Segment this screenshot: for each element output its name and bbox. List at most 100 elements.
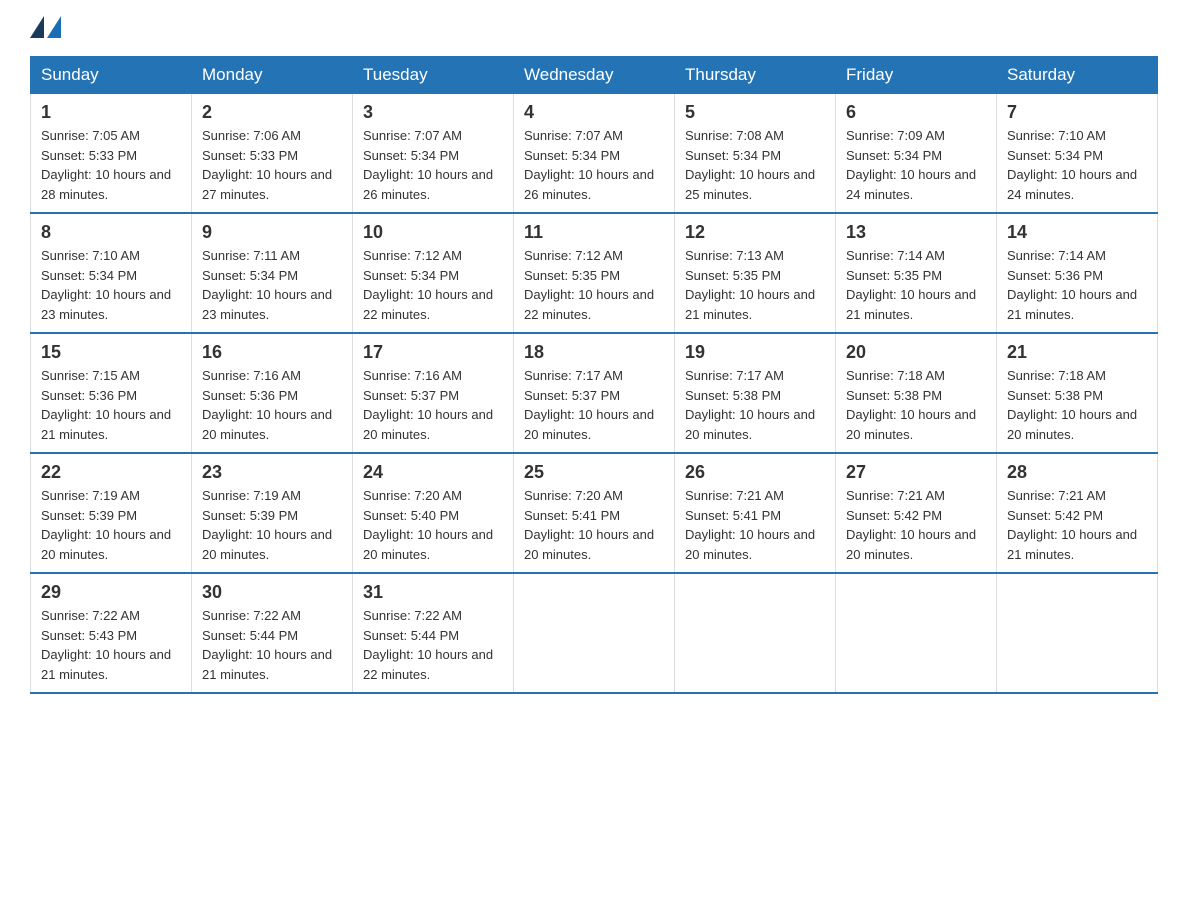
day-number: 21	[1007, 342, 1147, 363]
week-row-5: 29 Sunrise: 7:22 AMSunset: 5:43 PMDayligh…	[31, 573, 1158, 693]
day-cell: 30 Sunrise: 7:22 AMSunset: 5:44 PMDayligh…	[192, 573, 353, 693]
day-number: 4	[524, 102, 664, 123]
day-number: 9	[202, 222, 342, 243]
day-info: Sunrise: 7:21 AMSunset: 5:41 PMDaylight:…	[685, 486, 825, 564]
day-cell: 10 Sunrise: 7:12 AMSunset: 5:34 PMDayligh…	[353, 213, 514, 333]
day-cell: 26 Sunrise: 7:21 AMSunset: 5:41 PMDayligh…	[675, 453, 836, 573]
day-header-wednesday: Wednesday	[514, 57, 675, 94]
week-row-4: 22 Sunrise: 7:19 AMSunset: 5:39 PMDayligh…	[31, 453, 1158, 573]
day-number: 5	[685, 102, 825, 123]
day-info: Sunrise: 7:22 AMSunset: 5:44 PMDaylight:…	[202, 606, 342, 684]
day-header-thursday: Thursday	[675, 57, 836, 94]
day-info: Sunrise: 7:22 AMSunset: 5:44 PMDaylight:…	[363, 606, 503, 684]
day-header-saturday: Saturday	[997, 57, 1158, 94]
day-number: 14	[1007, 222, 1147, 243]
day-number: 27	[846, 462, 986, 483]
day-header-monday: Monday	[192, 57, 353, 94]
day-cell: 13 Sunrise: 7:14 AMSunset: 5:35 PMDayligh…	[836, 213, 997, 333]
day-number: 25	[524, 462, 664, 483]
day-cell: 31 Sunrise: 7:22 AMSunset: 5:44 PMDayligh…	[353, 573, 514, 693]
day-number: 16	[202, 342, 342, 363]
day-info: Sunrise: 7:20 AMSunset: 5:41 PMDaylight:…	[524, 486, 664, 564]
day-number: 11	[524, 222, 664, 243]
day-info: Sunrise: 7:19 AMSunset: 5:39 PMDaylight:…	[41, 486, 181, 564]
day-number: 2	[202, 102, 342, 123]
day-cell: 9 Sunrise: 7:11 AMSunset: 5:34 PMDaylight…	[192, 213, 353, 333]
day-header-friday: Friday	[836, 57, 997, 94]
day-cell: 27 Sunrise: 7:21 AMSunset: 5:42 PMDayligh…	[836, 453, 997, 573]
day-number: 20	[846, 342, 986, 363]
day-number: 24	[363, 462, 503, 483]
day-info: Sunrise: 7:12 AMSunset: 5:35 PMDaylight:…	[524, 246, 664, 324]
day-info: Sunrise: 7:14 AMSunset: 5:35 PMDaylight:…	[846, 246, 986, 324]
day-info: Sunrise: 7:21 AMSunset: 5:42 PMDaylight:…	[1007, 486, 1147, 564]
day-header-tuesday: Tuesday	[353, 57, 514, 94]
day-info: Sunrise: 7:16 AMSunset: 5:37 PMDaylight:…	[363, 366, 503, 444]
day-cell: 23 Sunrise: 7:19 AMSunset: 5:39 PMDayligh…	[192, 453, 353, 573]
day-info: Sunrise: 7:09 AMSunset: 5:34 PMDaylight:…	[846, 126, 986, 204]
day-number: 17	[363, 342, 503, 363]
day-number: 30	[202, 582, 342, 603]
day-number: 18	[524, 342, 664, 363]
day-info: Sunrise: 7:10 AMSunset: 5:34 PMDaylight:…	[41, 246, 181, 324]
day-cell: 7Sunrise: 7:10 AMSunset: 5:34 PMDaylight…	[997, 94, 1158, 214]
day-cell: 28 Sunrise: 7:21 AMSunset: 5:42 PMDayligh…	[997, 453, 1158, 573]
day-info: Sunrise: 7:22 AMSunset: 5:43 PMDaylight:…	[41, 606, 181, 684]
day-cell: 4 Sunrise: 7:07 AMSunset: 5:34 PMDaylight…	[514, 94, 675, 214]
day-info: Sunrise: 7:12 AMSunset: 5:34 PMDaylight:…	[363, 246, 503, 324]
day-number: 15	[41, 342, 181, 363]
day-cell: 16Sunrise: 7:16 AMSunset: 5:36 PMDayligh…	[192, 333, 353, 453]
day-cell: 5 Sunrise: 7:08 AMSunset: 5:34 PMDaylight…	[675, 94, 836, 214]
calendar-header: SundayMondayTuesdayWednesdayThursdayFrid…	[31, 57, 1158, 94]
day-cell: 22 Sunrise: 7:19 AMSunset: 5:39 PMDayligh…	[31, 453, 192, 573]
day-cell: 6 Sunrise: 7:09 AMSunset: 5:34 PMDaylight…	[836, 94, 997, 214]
day-number: 12	[685, 222, 825, 243]
week-row-2: 8Sunrise: 7:10 AMSunset: 5:34 PMDaylight…	[31, 213, 1158, 333]
day-number: 31	[363, 582, 503, 603]
day-cell: 8Sunrise: 7:10 AMSunset: 5:34 PMDaylight…	[31, 213, 192, 333]
day-info: Sunrise: 7:21 AMSunset: 5:42 PMDaylight:…	[846, 486, 986, 564]
day-info: Sunrise: 7:20 AMSunset: 5:40 PMDaylight:…	[363, 486, 503, 564]
day-cell: 14 Sunrise: 7:14 AMSunset: 5:36 PMDayligh…	[997, 213, 1158, 333]
day-info: Sunrise: 7:18 AMSunset: 5:38 PMDaylight:…	[846, 366, 986, 444]
day-cell: 17 Sunrise: 7:16 AMSunset: 5:37 PMDayligh…	[353, 333, 514, 453]
day-cell: 3Sunrise: 7:07 AMSunset: 5:34 PMDaylight…	[353, 94, 514, 214]
day-cell	[997, 573, 1158, 693]
day-header-sunday: Sunday	[31, 57, 192, 94]
day-number: 3	[363, 102, 503, 123]
day-cell: 24 Sunrise: 7:20 AMSunset: 5:40 PMDayligh…	[353, 453, 514, 573]
day-cell	[514, 573, 675, 693]
week-row-1: 1 Sunrise: 7:05 AMSunset: 5:33 PMDaylight…	[31, 94, 1158, 214]
day-number: 6	[846, 102, 986, 123]
day-info: Sunrise: 7:10 AMSunset: 5:34 PMDaylight:…	[1007, 126, 1147, 204]
day-cell: 20 Sunrise: 7:18 AMSunset: 5:38 PMDayligh…	[836, 333, 997, 453]
day-number: 1	[41, 102, 181, 123]
day-number: 13	[846, 222, 986, 243]
day-number: 28	[1007, 462, 1147, 483]
logo	[30, 20, 61, 38]
day-info: Sunrise: 7:06 AMSunset: 5:33 PMDaylight:…	[202, 126, 342, 204]
day-number: 26	[685, 462, 825, 483]
day-number: 10	[363, 222, 503, 243]
day-cell: 29 Sunrise: 7:22 AMSunset: 5:43 PMDayligh…	[31, 573, 192, 693]
day-info: Sunrise: 7:17 AMSunset: 5:37 PMDaylight:…	[524, 366, 664, 444]
day-info: Sunrise: 7:19 AMSunset: 5:39 PMDaylight:…	[202, 486, 342, 564]
day-cell: 1 Sunrise: 7:05 AMSunset: 5:33 PMDaylight…	[31, 94, 192, 214]
day-info: Sunrise: 7:17 AMSunset: 5:38 PMDaylight:…	[685, 366, 825, 444]
day-cell: 21 Sunrise: 7:18 AMSunset: 5:38 PMDayligh…	[997, 333, 1158, 453]
day-cell: 18 Sunrise: 7:17 AMSunset: 5:37 PMDayligh…	[514, 333, 675, 453]
day-info: Sunrise: 7:14 AMSunset: 5:36 PMDaylight:…	[1007, 246, 1147, 324]
day-info: Sunrise: 7:11 AMSunset: 5:34 PMDaylight:…	[202, 246, 342, 324]
day-number: 23	[202, 462, 342, 483]
day-number: 29	[41, 582, 181, 603]
day-info: Sunrise: 7:05 AMSunset: 5:33 PMDaylight:…	[41, 126, 181, 204]
day-info: Sunrise: 7:07 AMSunset: 5:34 PMDaylight:…	[524, 126, 664, 204]
day-info: Sunrise: 7:18 AMSunset: 5:38 PMDaylight:…	[1007, 366, 1147, 444]
header	[30, 20, 1158, 38]
day-info: Sunrise: 7:08 AMSunset: 5:34 PMDaylight:…	[685, 126, 825, 204]
day-number: 22	[41, 462, 181, 483]
day-number: 19	[685, 342, 825, 363]
day-cell: 11 Sunrise: 7:12 AMSunset: 5:35 PMDayligh…	[514, 213, 675, 333]
day-cell: 15Sunrise: 7:15 AMSunset: 5:36 PMDayligh…	[31, 333, 192, 453]
calendar-body: 1 Sunrise: 7:05 AMSunset: 5:33 PMDaylight…	[31, 94, 1158, 694]
